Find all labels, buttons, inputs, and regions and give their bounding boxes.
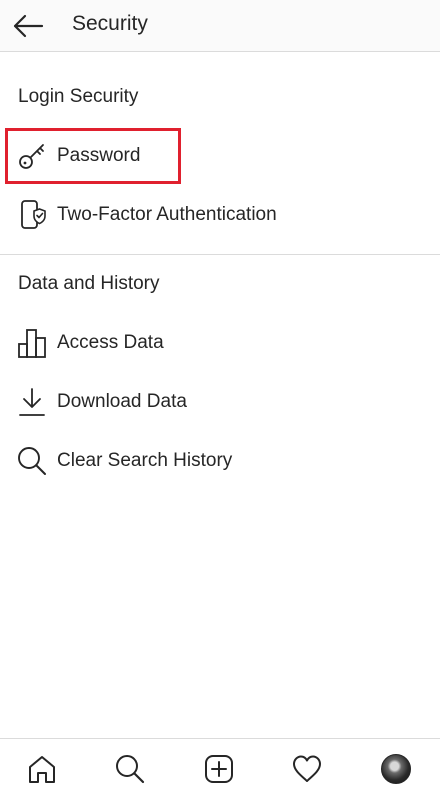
nav-profile-button[interactable] <box>378 751 414 787</box>
back-arrow-icon <box>13 14 44 38</box>
key-icon <box>16 140 48 172</box>
menu-item-label: Password <box>57 145 141 166</box>
section-title-login-security: Login Security <box>18 86 139 107</box>
search-icon <box>16 445 48 477</box>
section-divider <box>0 254 440 255</box>
home-icon <box>29 756 55 783</box>
download-icon <box>16 386 48 418</box>
menu-item-password[interactable]: Password <box>0 130 440 182</box>
menu-item-label: Access Data <box>57 332 164 353</box>
back-button[interactable] <box>8 6 48 46</box>
nav-new-post-button[interactable] <box>201 751 237 787</box>
menu-item-clear-search-history[interactable]: Clear Search History <box>0 435 440 487</box>
profile-avatar <box>381 754 411 784</box>
menu-item-two-factor-authentication[interactable]: Two-Factor Authentication <box>0 189 440 241</box>
nav-search-button[interactable] <box>112 751 148 787</box>
menu-item-access-data[interactable]: Access Data <box>0 317 440 369</box>
top-app-bar: Security <box>0 0 440 52</box>
menu-item-download-data[interactable]: Download Data <box>0 376 440 428</box>
phone-shield-icon <box>16 199 48 231</box>
nav-activity-button[interactable] <box>289 751 325 787</box>
search-icon <box>116 755 145 784</box>
menu-item-label: Two-Factor Authentication <box>57 204 277 225</box>
new-post-icon <box>205 755 233 783</box>
nav-home-button[interactable] <box>24 751 60 787</box>
bar-chart-icon <box>16 327 48 359</box>
menu-item-label: Download Data <box>57 391 187 412</box>
bottom-navigation-bar <box>0 738 440 800</box>
menu-item-label: Clear Search History <box>57 450 233 471</box>
page-title: Security <box>72 12 148 35</box>
section-title-data-and-history: Data and History <box>18 273 160 294</box>
heart-icon <box>293 755 321 782</box>
